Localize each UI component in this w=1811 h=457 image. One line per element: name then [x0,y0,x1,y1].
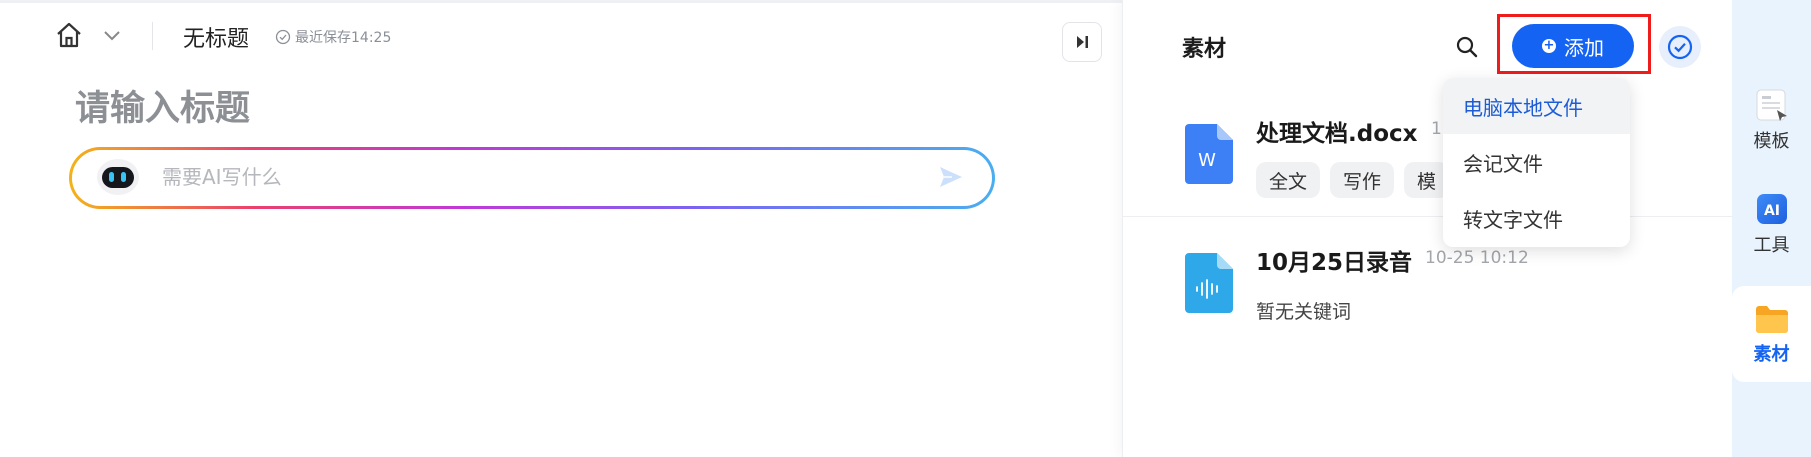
tag-chip[interactable]: 写作 [1330,162,1395,198]
rail-item-material[interactable]: 素材 [1732,286,1811,382]
heading-input[interactable]: 请输入标题 [75,80,250,131]
add-button-label: 添加 [1564,35,1604,60]
ai-tool-icon: AI [1756,193,1787,224]
check-circle-icon [1667,34,1693,60]
rail-item-template[interactable]: 模板 [1732,72,1811,168]
list-item[interactable]: 10月25日录音 10-25 10:12 暂无关键词 [1123,217,1733,347]
collapse-panel-icon [1077,36,1088,48]
nav-dropdown-button[interactable] [100,24,124,48]
rail-item-label: 模板 [1753,130,1790,152]
right-rail: 模板 AI 工具 素材 [1732,0,1811,457]
ai-tool-icon-text: AI [1763,203,1779,219]
folder-icon [1755,305,1788,333]
rail-item-label: 素材 [1753,343,1790,365]
panel-title: 素材 [1182,37,1227,62]
send-button[interactable] [936,162,966,192]
word-doc-icon: W [1185,124,1233,184]
collapse-panel-button[interactable] [1062,22,1102,62]
file-tags: 全文 写作 模 [1256,162,1450,198]
home-button[interactable] [52,18,86,52]
chevron-down-icon [104,31,120,41]
list-item[interactable]: W 处理文档.docx 1 全文 写作 模 [1123,100,1733,217]
select-mode-button[interactable] [1659,26,1701,68]
svg-text:W: W [1198,150,1216,171]
file-time: 1 [1431,119,1442,139]
file-keywords: 暂无关键词 [1256,301,1352,323]
save-status: 最近保存14:25 [275,27,391,47]
home-icon [57,22,81,48]
ai-prompt-box [69,147,995,209]
save-status-text: 最近保存14:25 [295,30,392,46]
search-icon [1456,36,1478,58]
send-icon [940,167,962,187]
menu-item-local-file[interactable]: 电脑本地文件 [1443,78,1630,134]
menu-item-meeting-file[interactable]: 会记文件 [1443,134,1630,190]
file-name: 处理文档.docx [1256,121,1418,147]
audio-file-icon [1185,253,1233,313]
search-button[interactable] [1453,33,1481,61]
header-divider [152,22,153,50]
material-panel: 素材 + 添加 W 处理文档.docx 1 全文 写作 模 10月25日录音 1… [1122,0,1733,457]
document-title[interactable]: 无标题 [183,21,249,53]
plus-icon: + [1542,38,1556,53]
ai-prompt-input[interactable] [162,158,912,196]
file-name: 10月25日录音 [1256,250,1413,276]
menu-item-transcript-file[interactable]: 转文字文件 [1443,190,1630,246]
add-dropdown-menu: 电脑本地文件 会记文件 转文字文件 [1443,78,1630,247]
template-icon [1756,89,1787,121]
check-circle-icon [275,29,291,45]
editor-area: 无标题 最近保存14:25 请输入标题 [0,0,1120,457]
rail-item-label: 工具 [1753,234,1790,256]
tag-chip[interactable]: 全文 [1256,162,1321,198]
ai-robot-icon [97,159,139,195]
file-time: 10-25 10:12 [1425,248,1529,268]
rail-item-tools[interactable]: AI 工具 [1732,176,1811,272]
add-button[interactable]: + 添加 [1512,24,1634,68]
